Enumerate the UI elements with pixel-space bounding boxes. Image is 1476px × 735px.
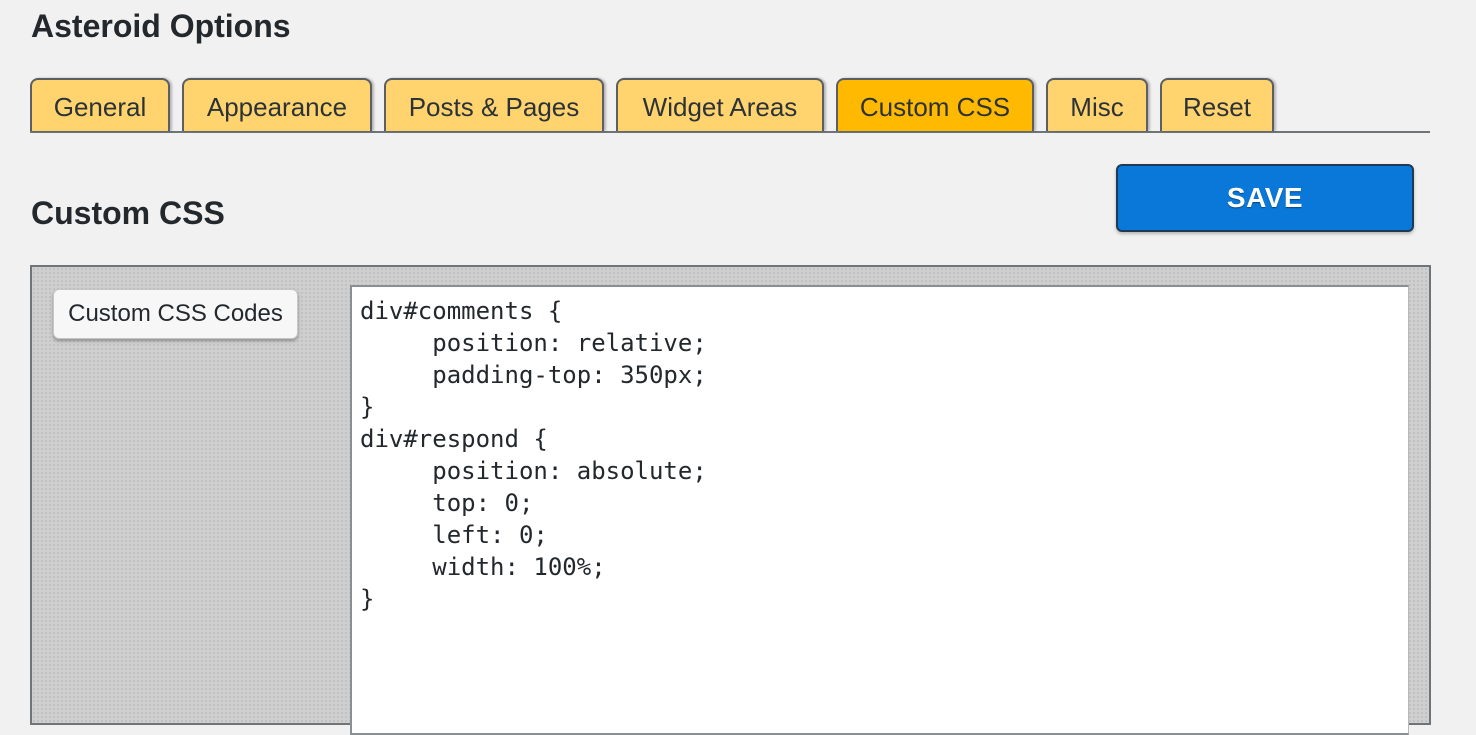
custom-css-panel: Custom CSS Codes div#comments { position… [30, 265, 1431, 735]
tab-widget-areas[interactable]: Widget Areas [616, 78, 824, 131]
tab-general[interactable]: General [30, 78, 170, 131]
tab-appearance[interactable]: Appearance [182, 78, 372, 131]
custom-css-textarea[interactable]: div#comments { position: relative; paddi… [350, 285, 1409, 735]
tab-reset[interactable]: Reset [1160, 78, 1274, 131]
section-title: Custom CSS [31, 195, 225, 231]
tab-custom-css[interactable]: Custom CSS [836, 78, 1034, 131]
options-tab-bar: General Appearance Posts & Pages Widget … [30, 78, 1430, 133]
custom-css-codes-label: Custom CSS Codes [53, 289, 298, 339]
page-title: Asteroid Options [31, 8, 291, 44]
tab-misc[interactable]: Misc [1046, 78, 1148, 131]
tab-posts-pages[interactable]: Posts & Pages [384, 78, 604, 131]
save-button[interactable]: SAVE [1116, 164, 1414, 232]
